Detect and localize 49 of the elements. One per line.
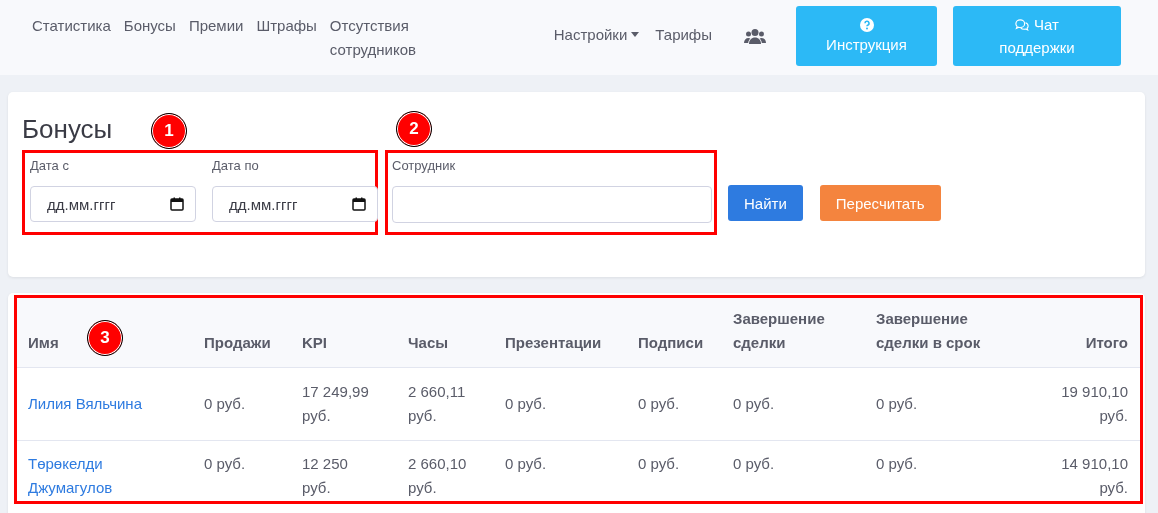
employee-field[interactable] (392, 186, 712, 223)
column-header: Часы (397, 298, 494, 368)
users-icon (744, 28, 766, 44)
table-cell-text: 19 910,10 руб. (1060, 382, 1128, 426)
nav-link[interactable]: Премии (188, 14, 244, 62)
table-cell: 12 250 руб. (291, 440, 397, 513)
settings-menu[interactable]: Настройки (553, 26, 640, 43)
caret-icon (631, 32, 640, 37)
table-cell: 0 руб. (494, 367, 627, 441)
column-header: Завершение сделки в срок (865, 298, 1003, 368)
callout-marker: 1 (151, 113, 187, 149)
nav-link[interactable]: Бонусы (123, 14, 176, 62)
table-cell: 0 руб. (193, 440, 291, 513)
table-cell: 0 руб. (627, 440, 722, 513)
column-header: Презентации (494, 298, 627, 368)
date-field[interactable]: дд.мм.гггг (212, 186, 378, 222)
column-header: KPI (291, 298, 397, 368)
question-icon (859, 17, 874, 32)
chat-icon (1015, 17, 1030, 32)
find-button[interactable]: Найти (728, 185, 803, 221)
field-label: Дата по (212, 158, 260, 174)
field-label: Дата с (30, 158, 70, 174)
table-cell: 17 249,99 руб. (291, 367, 397, 441)
column-header: Итого (1002, 298, 1140, 368)
nav-link[interactable]: Отсутствия сотрудников (329, 14, 440, 62)
table-cell: 0 руб. (494, 440, 627, 513)
date-field[interactable]: дд.мм.гггг (30, 186, 196, 222)
nav-link[interactable]: Тарифы (655, 26, 712, 43)
employee-link[interactable]: Лилия Вяльчина (28, 392, 142, 416)
table-cell: 0 руб. (627, 367, 722, 441)
table-cell: 2 660,10 руб. (397, 440, 494, 513)
nav-link[interactable]: Статистика (32, 14, 111, 62)
employee-link[interactable]: Төрөкелди Джумагулов (28, 452, 171, 500)
page-title: Бонусы (22, 113, 113, 146)
table-cell: 0 руб. (193, 367, 291, 441)
table-cell: 2 660,11 руб. (397, 367, 494, 441)
callout-marker: 2 (396, 111, 432, 147)
table-cell: 0 руб. (865, 367, 1003, 441)
table-cell: 0 руб. (865, 440, 1003, 513)
table-cell: 0 руб. (722, 367, 865, 441)
column-header: Завершение сделки (722, 298, 865, 368)
calendar-icon (170, 197, 184, 211)
column-header: Подписи (627, 298, 722, 368)
calendar-icon (352, 197, 366, 211)
table-cell-text: 14 910,10 руб. (1060, 454, 1128, 498)
nav-link[interactable]: Штрафы (256, 14, 317, 62)
table-cell: 0 руб. (722, 440, 865, 513)
field-label: Сотрудник (392, 158, 457, 174)
column-header: Продажи (193, 298, 291, 368)
